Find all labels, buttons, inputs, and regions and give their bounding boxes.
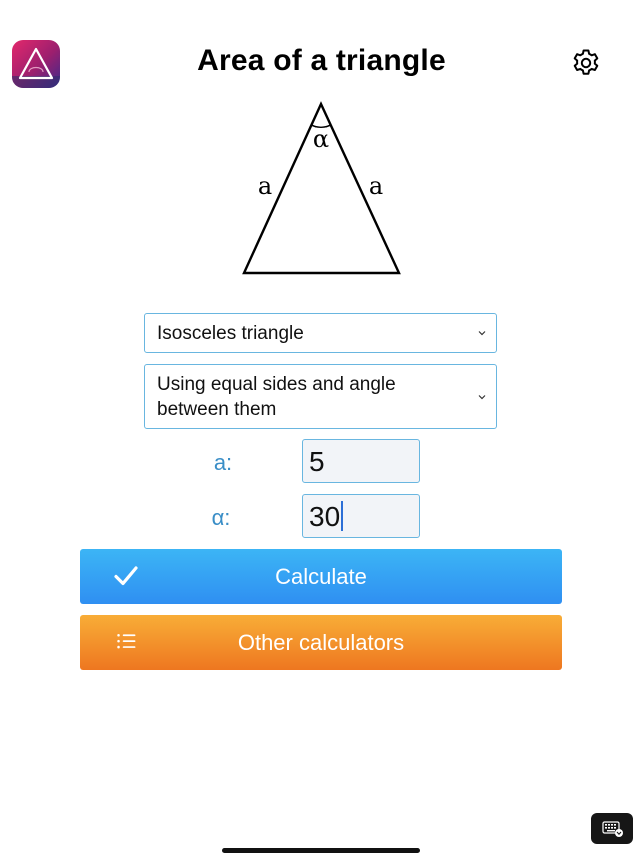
triangle-diagram: α a a	[230, 98, 415, 283]
side-a-input[interactable]: 5	[302, 439, 420, 483]
side-left-label: a	[258, 172, 272, 200]
other-calculators-button[interactable]: Other calculators	[80, 615, 562, 670]
angle-alpha-input[interactable]: 30	[302, 494, 420, 538]
calculate-button[interactable]: Calculate	[80, 549, 562, 604]
method-value: Using equal sides and angle between them	[157, 374, 396, 420]
page-title: Area of a triangle	[197, 44, 446, 77]
gear-icon[interactable]	[570, 47, 602, 79]
home-indicator[interactable]	[222, 848, 420, 853]
chevron-down-icon	[478, 331, 486, 336]
method-select[interactable]: Using equal sides and angle between them	[144, 364, 497, 429]
chevron-down-icon	[478, 395, 486, 400]
calculate-label: Calculate	[275, 564, 367, 589]
side-a-value: 5	[309, 446, 325, 477]
triangle-type-value: Isosceles triangle	[157, 323, 304, 344]
text-cursor	[341, 501, 344, 531]
angle-alpha-label: α:	[211, 505, 231, 530]
angle-alpha-value: 30	[309, 501, 341, 532]
triangle-type-select[interactable]: Isosceles triangle	[144, 313, 497, 353]
side-a-label: a:	[213, 450, 233, 475]
app-screen: Area of a triangle α a a Isosceles trian…	[0, 0, 643, 858]
keyboard-icon[interactable]	[591, 813, 633, 844]
side-right-label: a	[369, 172, 383, 200]
angle-label: α	[313, 125, 329, 153]
other-calculators-label: Other calculators	[237, 630, 405, 655]
